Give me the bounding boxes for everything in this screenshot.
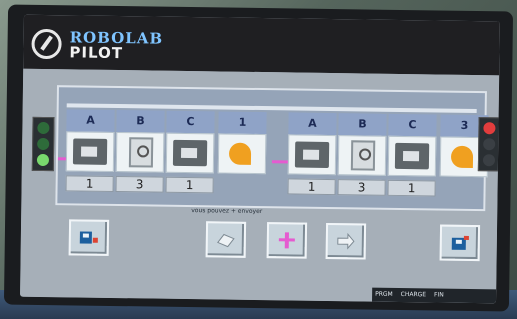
eraser-button[interactable] bbox=[205, 221, 247, 258]
block-port-label: C bbox=[166, 110, 215, 134]
program-workarea: A1B3C11A1B3C13 vous pouvez + envoyer PRG… bbox=[20, 68, 500, 304]
monitor: ROBOLAB PILOT A1B3C11A1B3C13 vous pouvez… bbox=[3, 4, 514, 312]
title-bar: ROBOLAB PILOT bbox=[23, 14, 500, 76]
block-value[interactable]: 1 bbox=[387, 179, 436, 197]
block-value[interactable]: 1 bbox=[287, 178, 336, 196]
wait-icon bbox=[217, 133, 267, 175]
status-item-program: PRGM bbox=[375, 290, 393, 298]
program-block-2[interactable]: B3 bbox=[115, 110, 165, 215]
program-block-5[interactable]: A1 bbox=[287, 112, 337, 217]
program-block-1[interactable]: A1 bbox=[65, 109, 115, 214]
program-block-7[interactable]: C1 bbox=[387, 113, 437, 219]
block-port-label: C bbox=[388, 113, 437, 137]
motor-icon bbox=[65, 131, 115, 172]
start-light-icon[interactable] bbox=[31, 116, 55, 172]
save-button[interactable] bbox=[439, 224, 481, 262]
motor-icon bbox=[387, 135, 437, 177]
sensor-icon bbox=[115, 132, 165, 173]
block-value[interactable]: 3 bbox=[115, 176, 164, 193]
brand-subtitle: PILOT bbox=[69, 43, 124, 63]
stop-light-icon[interactable] bbox=[477, 117, 500, 172]
hint-text: vous pouvez + envoyer bbox=[191, 207, 263, 216]
status-bar: PRGM CHARGE FIN bbox=[372, 287, 497, 304]
motor-glyph bbox=[294, 141, 330, 168]
insert-icon bbox=[278, 232, 295, 249]
block-value[interactable]: 3 bbox=[337, 179, 386, 196]
program-block-4[interactable]: 1 bbox=[217, 111, 267, 216]
sensor-icon bbox=[337, 135, 387, 176]
status-item-end: FIN bbox=[433, 291, 444, 299]
block-value[interactable]: 1 bbox=[65, 175, 114, 192]
eraser-icon bbox=[217, 233, 235, 248]
block-port-label: B bbox=[116, 110, 165, 133]
robolab-logo-icon bbox=[31, 28, 62, 60]
program-block-3[interactable]: C1 bbox=[165, 110, 215, 216]
status-item-download: CHARGE bbox=[400, 290, 427, 299]
block-port-label: B bbox=[338, 113, 387, 136]
arrow-right-icon bbox=[337, 232, 355, 250]
program-block-6[interactable]: B3 bbox=[337, 113, 387, 218]
block-port-label: A bbox=[288, 112, 337, 136]
motor-icon bbox=[287, 134, 337, 176]
download-button[interactable] bbox=[68, 219, 110, 256]
download-icon bbox=[79, 231, 98, 244]
wait-glyph bbox=[228, 142, 252, 165]
motor-glyph bbox=[172, 139, 208, 167]
block-port-label: A bbox=[66, 109, 115, 132]
sensor-glyph bbox=[128, 137, 154, 168]
app-window: ROBOLAB PILOT A1B3C11A1B3C13 vous pouvez… bbox=[20, 14, 500, 304]
program-canvas: A1B3C11A1B3C13 bbox=[55, 85, 489, 214]
next-button[interactable] bbox=[325, 222, 367, 260]
block-port-label: 1 bbox=[218, 111, 267, 135]
motor-glyph bbox=[72, 138, 108, 165]
wait-glyph bbox=[450, 145, 474, 168]
sensor-glyph bbox=[350, 140, 376, 171]
motor-glyph bbox=[394, 142, 430, 170]
insert-button[interactable] bbox=[266, 222, 308, 259]
block-value[interactable]: 1 bbox=[165, 176, 214, 194]
motor-icon bbox=[165, 132, 215, 174]
save-icon bbox=[451, 235, 469, 250]
